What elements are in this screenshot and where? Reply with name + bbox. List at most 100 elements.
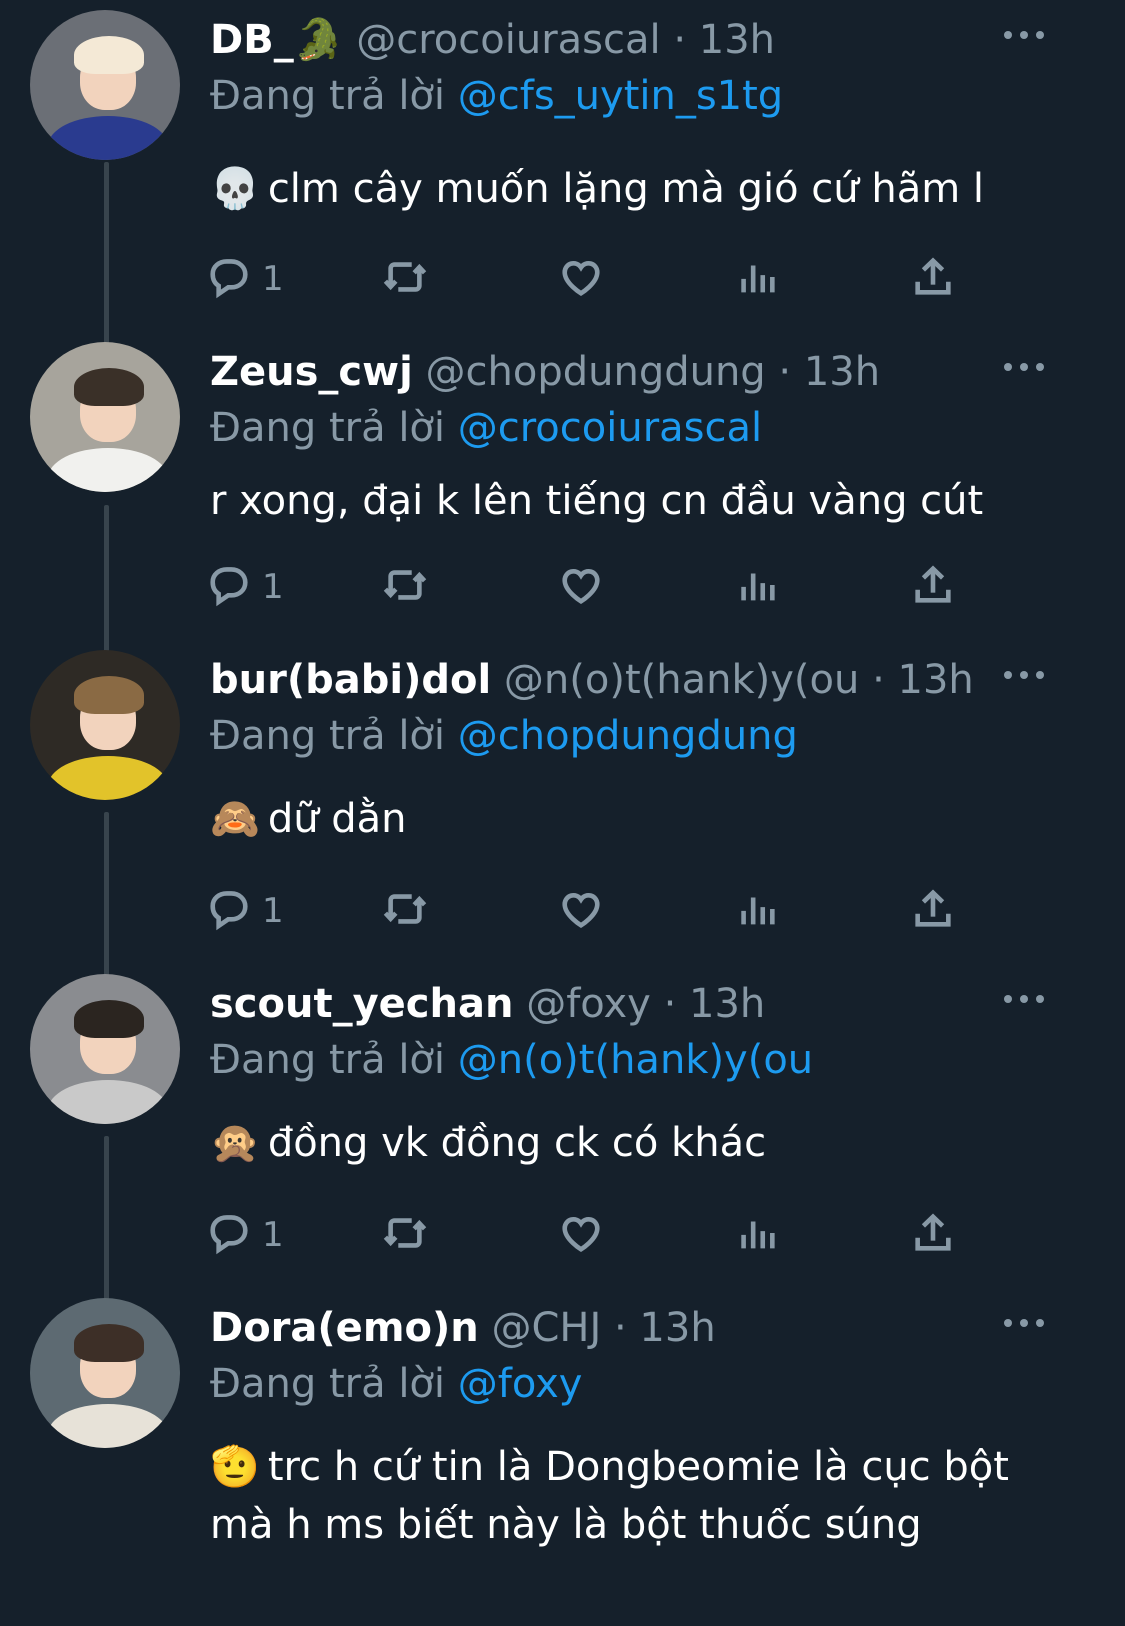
user-handle[interactable]: @n(o)t(hank)y(ou	[504, 657, 859, 703]
retweet-button[interactable]	[382, 562, 428, 612]
views-icon	[734, 886, 780, 936]
tweet-text: 🙈 dữ dằn	[210, 790, 1050, 848]
tweet-text-content: clm cây muốn lặng mà gió cứ hãm l	[267, 166, 985, 212]
user-handle[interactable]: @foxy	[526, 981, 651, 1027]
like-button[interactable]	[558, 886, 604, 936]
retweet-button[interactable]	[382, 254, 428, 304]
text-emoji: 🫡	[210, 1444, 260, 1490]
tweet-text: 🫡 trc h cứ tin là Dongbeomie là cục bột m…	[210, 1438, 1050, 1554]
reply-count: 1	[262, 891, 284, 931]
tweet-actions: 1	[206, 886, 966, 936]
timestamp[interactable]: 13h	[898, 657, 974, 703]
avatar-shoulders	[48, 448, 168, 492]
avatar[interactable]	[30, 10, 180, 160]
reply-prefix: Đang trả lời	[210, 1037, 446, 1083]
reply-button[interactable]: 1	[206, 562, 284, 612]
separator-dot: ·	[872, 657, 885, 703]
more-icon[interactable]	[1004, 360, 1044, 374]
display-name[interactable]: Dora(emo)n	[210, 1305, 479, 1351]
reply-mention-link[interactable]: @n(o)t(hank)y(ou	[458, 1037, 813, 1083]
user-handle[interactable]: @crocoiurascal	[356, 17, 660, 63]
user-handle[interactable]: @CHJ	[491, 1305, 601, 1351]
replying-to: Đang trả lời @n(o)t(hank)y(ou	[210, 1036, 813, 1084]
reply-thread: DB_🐊 @crocoiurascal · 13h Đang trả lời @c…	[0, 0, 1125, 1626]
reply-prefix: Đang trả lời	[210, 73, 446, 119]
reply-button[interactable]: 1	[206, 1210, 284, 1260]
reply-count: 1	[262, 567, 284, 607]
avatar-shoulders	[48, 116, 168, 160]
replying-to: Đang trả lời @foxy	[210, 1360, 582, 1408]
replying-to: Đang trả lời @chopdungdung	[210, 712, 798, 760]
tweet[interactable]: DB_🐊 @crocoiurascal · 13h Đang trả lời @c…	[0, 0, 1125, 332]
tweet-text: 🙊 đồng vk đồng ck có khác	[210, 1114, 1050, 1172]
more-icon[interactable]	[1004, 992, 1044, 1006]
tweet[interactable]: Zeus_cwj @chopdungdung · 13h Đang trả lời…	[0, 332, 1125, 640]
timestamp[interactable]: 13h	[804, 349, 880, 395]
like-button[interactable]	[558, 254, 604, 304]
timestamp[interactable]: 13h	[639, 1305, 715, 1351]
tweet-header: bur(babi)dol @n(o)t(hank)y(ou · 13h	[210, 656, 974, 704]
more-icon[interactable]	[1004, 668, 1044, 682]
avatar[interactable]	[30, 1298, 180, 1448]
tweet-text-content: dữ dằn	[267, 796, 407, 842]
separator-dot: ·	[663, 981, 677, 1027]
more-icon[interactable]	[1004, 28, 1044, 42]
text-emoji: 🙈	[210, 796, 260, 842]
display-name[interactable]: DB_	[210, 17, 294, 63]
retweet-button[interactable]	[382, 1210, 428, 1260]
reply-mention-link[interactable]: @chopdungdung	[458, 713, 798, 759]
heart-icon	[558, 254, 604, 304]
tweet-text-content: đồng vk đồng ck có khác	[267, 1120, 767, 1166]
reply-prefix: Đang trả lời	[210, 405, 446, 451]
tweet[interactable]: bur(babi)dol @n(o)t(hank)y(ou · 13h Đang …	[0, 640, 1125, 964]
share-button[interactable]	[910, 1210, 956, 1260]
separator-dot: ·	[613, 1305, 627, 1351]
like-button[interactable]	[558, 562, 604, 612]
reply-mention-link[interactable]: @cfs_uytin_s1tg	[458, 73, 783, 119]
share-icon	[910, 1210, 956, 1260]
tweet-text: r xong, đại k lên tiếng cn đầu vàng cút	[210, 472, 1050, 530]
name-emoji: 🐊	[293, 17, 344, 63]
timestamp[interactable]: 13h	[699, 17, 775, 63]
tweet[interactable]: scout_yechan @foxy · 13h Đang trả lời @n(…	[0, 964, 1125, 1288]
display-name[interactable]: bur(babi)dol	[210, 657, 491, 703]
share-button[interactable]	[910, 886, 956, 936]
reply-count: 1	[262, 1215, 284, 1255]
reply-mention-link[interactable]: @foxy	[458, 1361, 583, 1407]
avatar[interactable]	[30, 342, 180, 492]
tweet-header: DB_🐊 @crocoiurascal · 13h	[210, 16, 775, 64]
text-emoji: 🙊	[210, 1120, 260, 1166]
views-button[interactable]	[734, 1210, 780, 1260]
views-button[interactable]	[734, 886, 780, 936]
share-button[interactable]	[910, 254, 956, 304]
reply-icon	[206, 886, 252, 936]
display-name[interactable]: Zeus_cwj	[210, 349, 413, 395]
reply-icon	[206, 562, 252, 612]
views-button[interactable]	[734, 254, 780, 304]
heart-icon	[558, 1210, 604, 1260]
reply-count: 1	[262, 259, 284, 299]
display-name[interactable]: scout_yechan	[210, 981, 513, 1027]
share-button[interactable]	[910, 562, 956, 612]
tweet-text-content: trc h cứ tin là Dongbeomie là cục bột mà…	[210, 1444, 1009, 1548]
views-button[interactable]	[734, 562, 780, 612]
views-icon	[734, 1210, 780, 1260]
tweet-text: 💀 clm cây muốn lặng mà gió cứ hãm l	[210, 160, 1050, 218]
user-handle[interactable]: @chopdungdung	[426, 349, 766, 395]
retweet-button[interactable]	[382, 886, 428, 936]
reply-button[interactable]: 1	[206, 254, 284, 304]
reply-button[interactable]: 1	[206, 886, 284, 936]
replying-to: Đang trả lời @crocoiurascal	[210, 404, 762, 452]
timestamp[interactable]: 13h	[689, 981, 765, 1027]
views-icon	[734, 254, 780, 304]
like-button[interactable]	[558, 1210, 604, 1260]
retweet-icon	[382, 886, 428, 936]
more-icon[interactable]	[1004, 1316, 1044, 1330]
reply-mention-link[interactable]: @crocoiurascal	[458, 405, 762, 451]
tweet[interactable]: Dora(emo)n @CHJ · 13h Đang trả lời @foxy 🫡…	[0, 1288, 1125, 1626]
avatar[interactable]	[30, 650, 180, 800]
share-icon	[910, 562, 956, 612]
tweet-header: Zeus_cwj @chopdungdung · 13h	[210, 348, 880, 396]
avatar[interactable]	[30, 974, 180, 1124]
tweet-text-content: r xong, đại k lên tiếng cn đầu vàng cút	[210, 478, 984, 524]
